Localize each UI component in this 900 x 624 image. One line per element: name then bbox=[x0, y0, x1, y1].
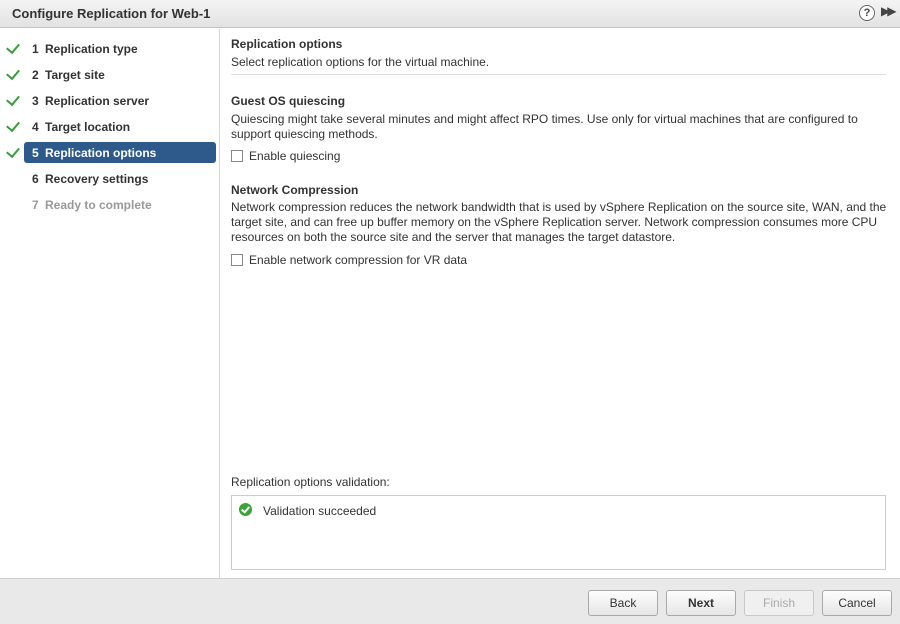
step-target-site[interactable]: 2 Target site bbox=[6, 64, 216, 85]
compression-description: Network compression reduces the network … bbox=[231, 200, 887, 244]
step-label: Replication server bbox=[45, 94, 150, 108]
check-icon bbox=[6, 39, 20, 55]
check-icon bbox=[6, 65, 20, 81]
step-label: Ready to complete bbox=[45, 198, 152, 212]
next-button[interactable]: Next bbox=[666, 590, 736, 616]
step-target-location[interactable]: 4 Target location bbox=[6, 116, 216, 137]
step-label: Target site bbox=[45, 68, 105, 82]
step-number: 2 bbox=[32, 68, 39, 82]
check-icon bbox=[6, 143, 20, 159]
step-ready-to-complete: 7 Ready to complete bbox=[24, 194, 216, 215]
cancel-button[interactable]: Cancel bbox=[822, 590, 892, 616]
enable-quiescing-checkbox[interactable] bbox=[231, 150, 243, 162]
step-label: Replication type bbox=[45, 42, 138, 56]
validation-label: Replication options validation: bbox=[231, 475, 390, 489]
step-number: 3 bbox=[32, 94, 39, 108]
dialog-titlebar: Configure Replication for Web-1 ? ▶▶ bbox=[0, 0, 900, 28]
check-icon bbox=[6, 117, 20, 133]
step-number: 1 bbox=[32, 42, 39, 56]
step-label: Target location bbox=[45, 120, 131, 134]
back-button[interactable]: Back bbox=[588, 590, 658, 616]
help-icon[interactable]: ? bbox=[859, 5, 875, 21]
page-title: Replication options bbox=[231, 37, 343, 51]
enable-quiescing-label[interactable]: Enable quiescing bbox=[249, 149, 340, 163]
step-number: 4 bbox=[32, 120, 39, 134]
step-recovery-settings[interactable]: 6 Recovery settings bbox=[24, 168, 216, 189]
enable-compression-checkbox[interactable] bbox=[231, 254, 243, 266]
step-number: 6 bbox=[32, 172, 39, 186]
validation-box: Validation succeeded bbox=[231, 495, 886, 570]
success-icon bbox=[239, 503, 252, 516]
main-panel: Replication options Select replication o… bbox=[221, 29, 900, 578]
step-number: 5 bbox=[32, 146, 39, 160]
dialog-footer: Back Next Finish Cancel bbox=[0, 578, 900, 624]
step-number: 7 bbox=[32, 198, 39, 212]
finish-button: Finish bbox=[744, 590, 814, 616]
enable-compression-label[interactable]: Enable network compression for VR data bbox=[249, 253, 467, 267]
expand-icon[interactable]: ▶▶ bbox=[881, 4, 897, 18]
step-label: Replication options bbox=[45, 146, 157, 160]
validation-status: Validation succeeded bbox=[263, 504, 377, 518]
dialog-title: Configure Replication for Web-1 bbox=[12, 6, 211, 21]
check-icon bbox=[6, 91, 20, 107]
step-replication-type[interactable]: 1 Replication type bbox=[6, 38, 216, 59]
quiescing-description: Quiescing might take several minutes and… bbox=[231, 112, 858, 141]
divider bbox=[231, 74, 886, 75]
step-replication-server[interactable]: 3 Replication server bbox=[6, 90, 216, 111]
quiescing-heading: Guest OS quiescing bbox=[231, 94, 346, 108]
compression-heading: Network Compression bbox=[231, 183, 359, 197]
step-replication-options[interactable]: 5 Replication options bbox=[6, 142, 216, 163]
step-label: Recovery settings bbox=[45, 172, 149, 186]
page-subtitle: Select replication options for the virtu… bbox=[231, 55, 490, 69]
wizard-steps: 1 Replication type 2 Target site 3 Repli… bbox=[0, 29, 220, 578]
